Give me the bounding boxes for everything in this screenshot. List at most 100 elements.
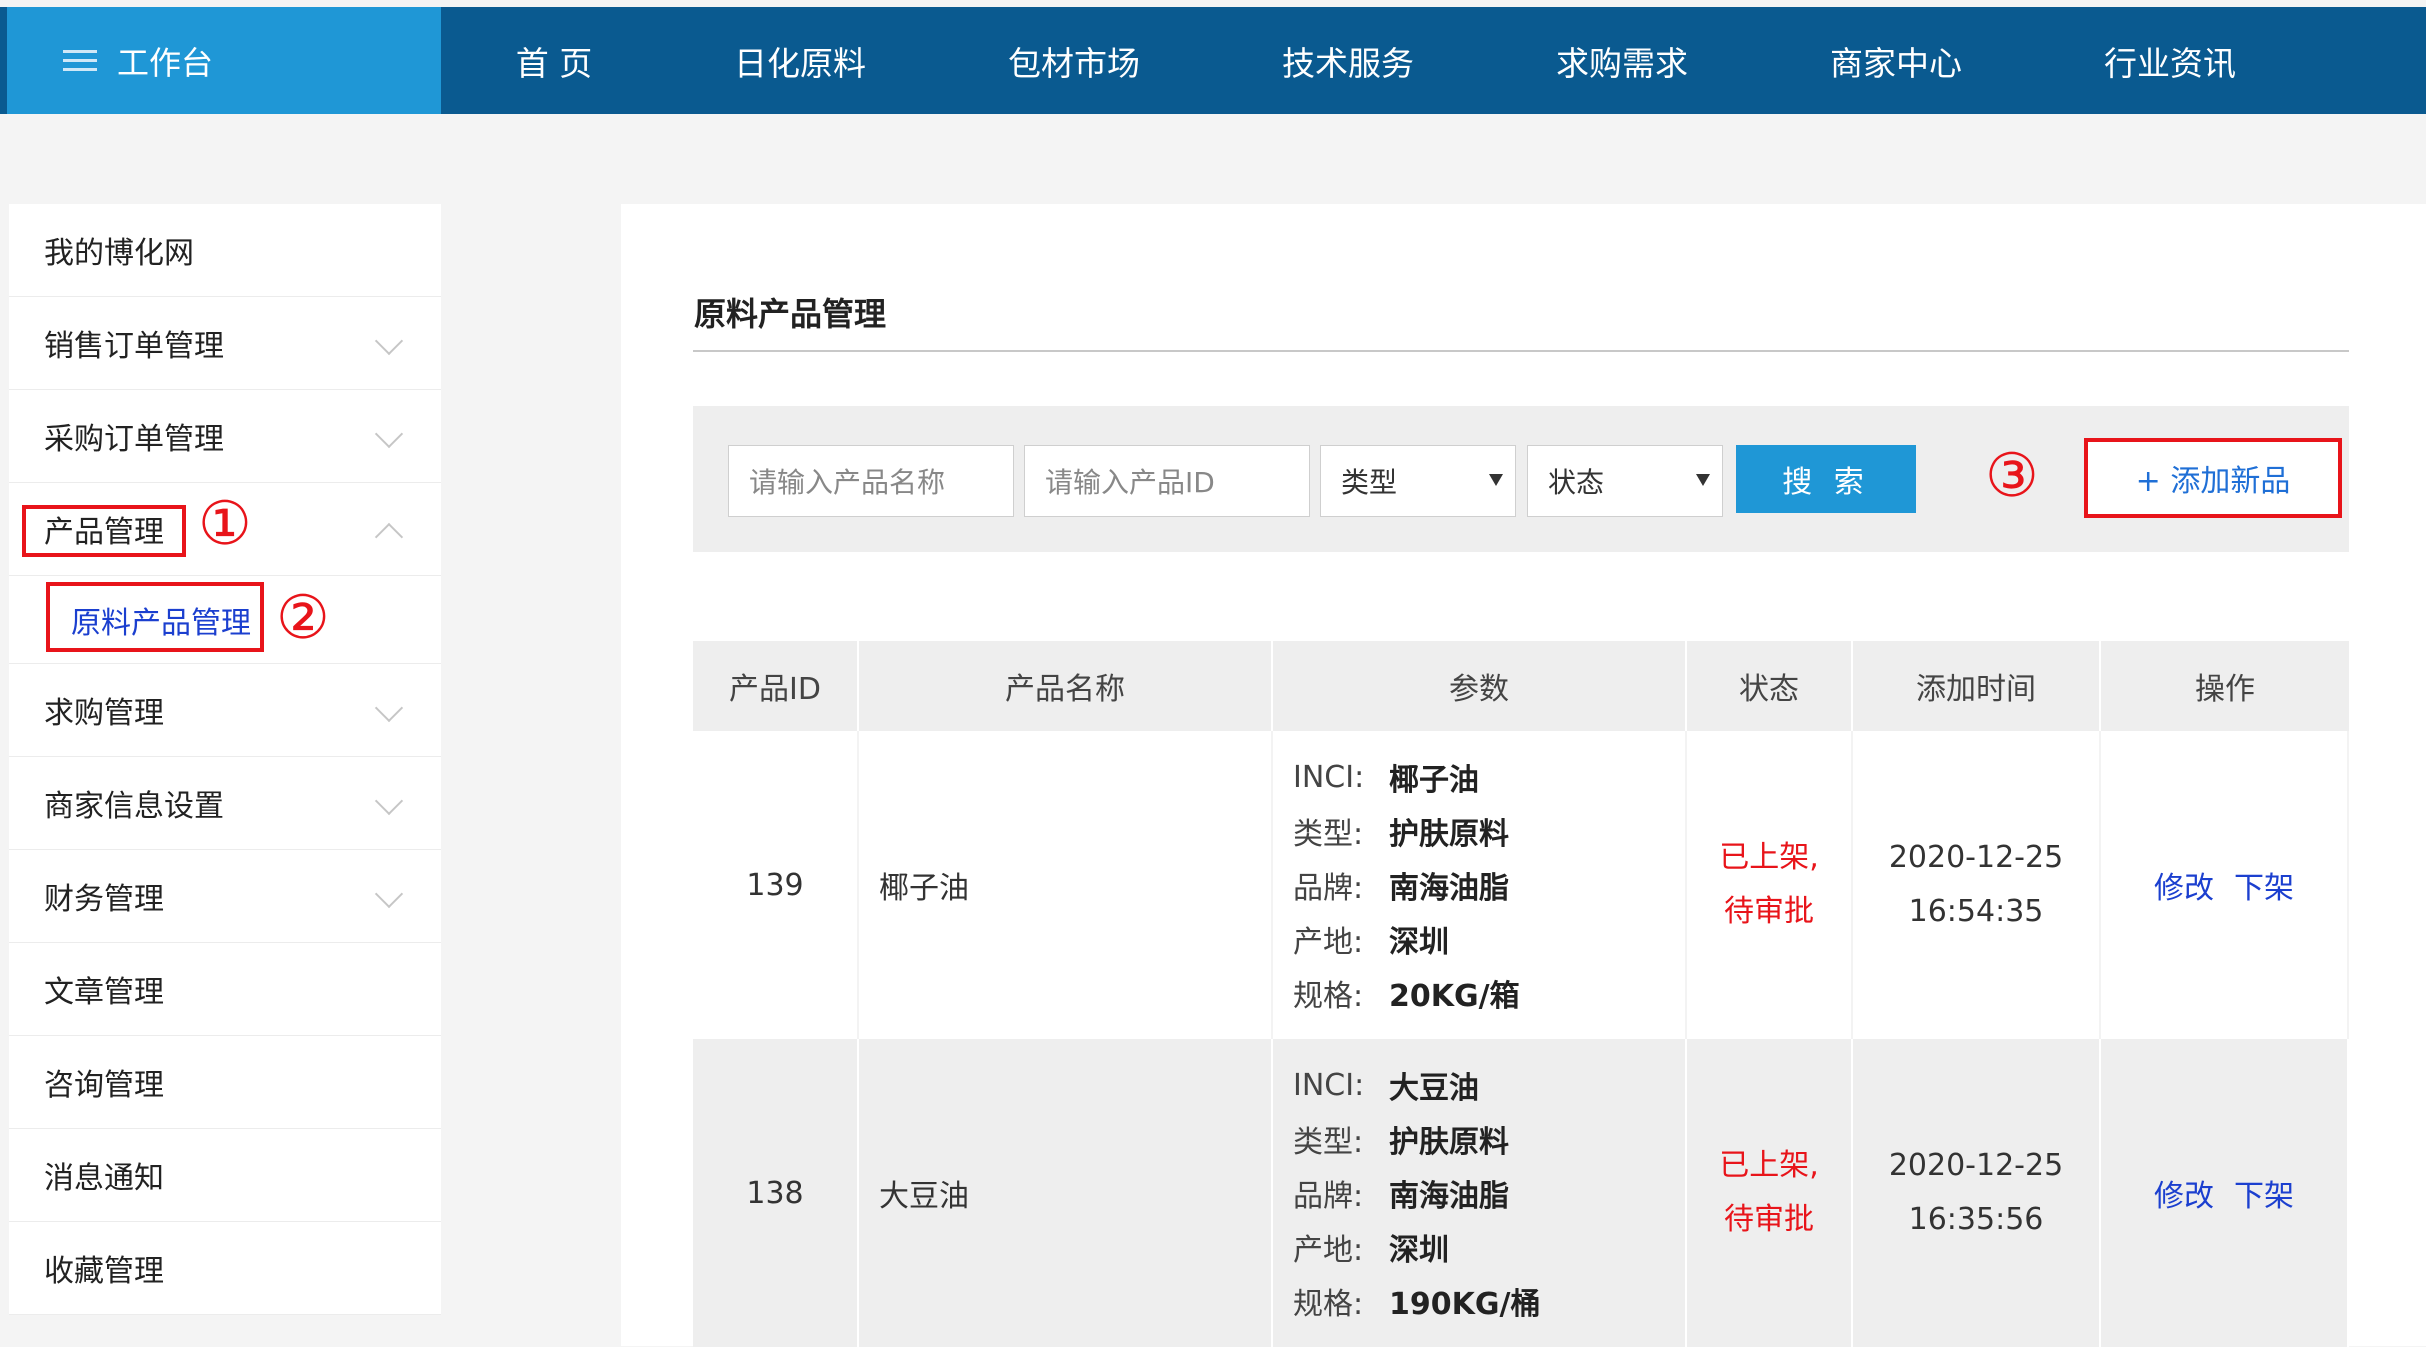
added-clock: 16:54:35 [1908, 894, 2044, 929]
main-panel: 原料产品管理 请输入产品名称 请输入产品ID 类型 状态 搜 索 ③ + 添加新… [621, 204, 2426, 1347]
status-select[interactable]: 状态 [1527, 445, 1723, 517]
sidebar-item-favorites[interactable]: 收藏管理 [9, 1222, 441, 1315]
cell-product-name: 大豆油 [859, 1039, 1273, 1347]
param-value: 南海油脂 [1389, 871, 1509, 906]
sidebar-item-label: 收藏管理 [44, 1254, 164, 1289]
sidebar-item-finance[interactable]: 财务管理 [9, 850, 441, 943]
top-nav-bar: 工作台 首 页 日化原料 包材市场 技术服务 求购需求 商家中心 行业资讯 [0, 7, 2426, 114]
sidebar-item-consultations[interactable]: 咨询管理 [9, 1036, 441, 1129]
param-key: 品牌: [1293, 1179, 1364, 1214]
cell-added-time: 2020-12-25 16:54:35 [1853, 731, 2101, 1039]
page-title: 原料产品管理 [694, 295, 887, 333]
nav-tech-services[interactable]: 技术服务 [1248, 7, 1448, 114]
filter-bar: 请输入产品名称 请输入产品ID 类型 状态 搜 索 ③ + 添加新品 [693, 406, 2349, 552]
chevron-down-icon [374, 326, 404, 356]
menu-icon [63, 49, 97, 72]
cell-actions: 修改 下架 [2101, 731, 2349, 1039]
added-date: 2020-12-25 [1888, 1148, 2064, 1183]
chevron-down-icon [374, 786, 404, 816]
param-value: 护肤原料 [1389, 1125, 1509, 1160]
sidebar-item-label: 采购订单管理 [44, 422, 224, 457]
added-date: 2020-12-25 [1888, 840, 2064, 875]
cell-product-id: 139 [693, 731, 859, 1039]
cell-status: 已上架, 待审批 [1687, 731, 1853, 1039]
param-key: 规格: [1293, 979, 1364, 1014]
status-listed: 已上架, [1719, 1148, 1819, 1183]
status-select-value: 状态 [1548, 466, 1605, 499]
sidebar-item-label: 财务管理 [44, 882, 164, 917]
cell-status: 已上架, 待审批 [1687, 1039, 1853, 1347]
param-key: 类型: [1293, 1125, 1364, 1160]
sidebar-item-label: 商家信息设置 [44, 789, 224, 824]
param-value: 南海油脂 [1389, 1179, 1509, 1214]
chevron-down-icon [374, 693, 404, 723]
type-select[interactable]: 类型 [1320, 445, 1516, 517]
param-value: 护肤原料 [1389, 817, 1509, 852]
add-new-product-button[interactable]: + 添加新品 [2084, 438, 2342, 518]
status-pending: 待审批 [1724, 1202, 1814, 1237]
dropdown-caret-icon [1696, 474, 1710, 486]
workbench-button[interactable]: 工作台 [7, 7, 441, 114]
edit-link[interactable]: 修改 [2154, 1171, 2214, 1215]
param-value: 椰子油 [1389, 763, 1479, 798]
workbench-label: 工作台 [117, 43, 214, 82]
nav-purchase-requests[interactable]: 求购需求 [1522, 7, 1722, 114]
search-button[interactable]: 搜 索 [1736, 445, 1916, 513]
sidebar-item-label: 销售订单管理 [44, 329, 224, 364]
header-product-id: 产品ID [693, 641, 859, 731]
nav-merchant-center[interactable]: 商家中心 [1796, 7, 1996, 114]
status-listed: 已上架, [1719, 840, 1819, 875]
edit-link[interactable]: 修改 [2154, 863, 2214, 907]
dropdown-caret-icon [1489, 474, 1503, 486]
product-name-input[interactable]: 请输入产品名称 [728, 445, 1014, 517]
sidebar-item-merchant-settings[interactable]: 商家信息设置 [9, 757, 441, 850]
chevron-down-icon [374, 419, 404, 449]
nav-packaging-market[interactable]: 包材市场 [974, 7, 1174, 114]
param-key: 品牌: [1293, 871, 1364, 906]
sidebar-item-label: 咨询管理 [44, 1068, 164, 1103]
header-status: 状态 [1687, 641, 1853, 731]
param-value: 深圳 [1389, 1233, 1449, 1268]
param-key: 产地: [1293, 925, 1364, 960]
chevron-down-icon [374, 879, 404, 909]
product-id-input[interactable]: 请输入产品ID [1024, 445, 1310, 517]
take-offline-link[interactable]: 下架 [2234, 863, 2294, 907]
header-params: 参数 [1273, 641, 1687, 731]
annotation-box-1 [22, 505, 186, 557]
chevron-up-icon [374, 522, 404, 552]
nav-chemical-materials[interactable]: 日化原料 [700, 7, 900, 114]
cell-params: INCI: 椰子油 类型: 护肤原料 品牌: 南海油脂 产地: 深圳 规格: 20KG/箱 [1273, 731, 1687, 1039]
annotation-number-1: ① [198, 489, 252, 559]
type-select-value: 类型 [1341, 466, 1398, 499]
sidebar-item-my-home[interactable]: 我的博化网 [9, 204, 441, 297]
cell-params: INCI: 大豆油 类型: 护肤原料 品牌: 南海油脂 产地: 深圳 规格: 190KG/… [1273, 1039, 1687, 1347]
param-value: 190KG/桶 [1389, 1287, 1541, 1322]
param-key: 产地: [1293, 1233, 1364, 1268]
annotation-number-2: ② [276, 583, 330, 653]
sidebar-item-notifications[interactable]: 消息通知 [9, 1129, 441, 1222]
sidebar-item-label: 求购管理 [44, 696, 164, 731]
cell-added-time: 2020-12-25 16:35:56 [1853, 1039, 2101, 1347]
sidebar-item-sales-orders[interactable]: 销售订单管理 [9, 297, 441, 390]
sidebar-item-label: 消息通知 [44, 1161, 164, 1196]
product-table: 产品ID 产品名称 参数 状态 添加时间 操作 139 椰子油 INCI: 椰子油… [693, 641, 2349, 1347]
status-pending: 待审批 [1724, 894, 1814, 929]
annotation-box-2 [46, 582, 264, 652]
param-key: INCI: [1293, 759, 1365, 795]
nav-home[interactable]: 首 页 [454, 7, 654, 114]
nav-industry-news[interactable]: 行业资讯 [2070, 7, 2270, 114]
param-key: 规格: [1293, 1287, 1364, 1322]
table-row: 138 大豆油 INCI: 大豆油 类型: 护肤原料 品牌: 南海油脂 产地: 深圳 规… [693, 1039, 2349, 1347]
added-clock: 16:35:56 [1908, 1202, 2044, 1237]
take-offline-link[interactable]: 下架 [2234, 1171, 2294, 1215]
sidebar-item-purchase-orders[interactable]: 采购订单管理 [9, 390, 441, 483]
header-actions: 操作 [2195, 672, 2255, 707]
annotation-number-3: ③ [1985, 441, 2039, 511]
cell-product-id: 138 [693, 1039, 859, 1347]
sidebar-item-articles[interactable]: 文章管理 [9, 943, 441, 1036]
cell-actions: 修改 下架 [2101, 1039, 2349, 1347]
title-divider [693, 350, 2349, 352]
table-header: 产品ID 产品名称 参数 状态 添加时间 操作 [693, 641, 2349, 731]
sidebar-item-purchase-management[interactable]: 求购管理 [9, 664, 441, 757]
header-product-name: 产品名称 [859, 641, 1273, 731]
